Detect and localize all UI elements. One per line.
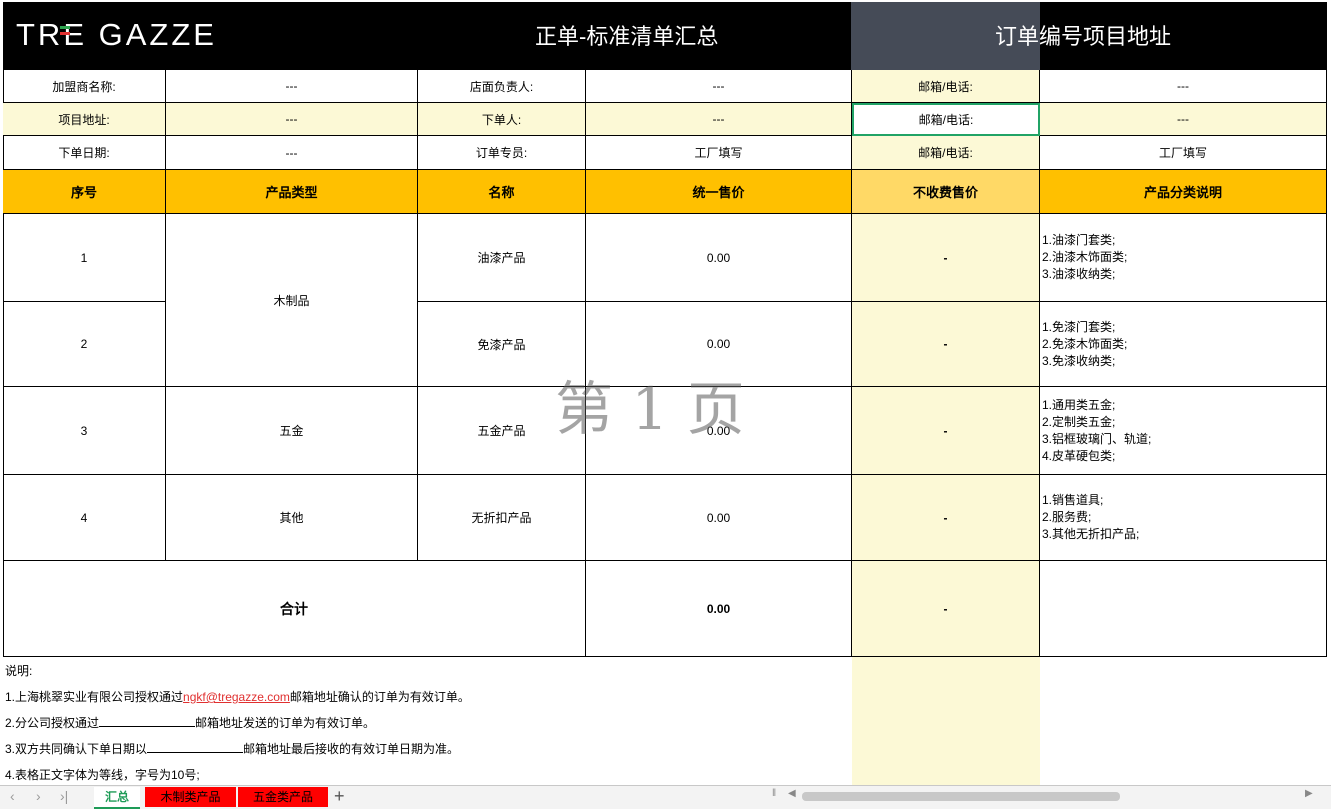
- note-1-prefix: 1.上海桃翠实业有限公司授权通过: [5, 690, 184, 704]
- next-sheet-icon[interactable]: ›: [36, 788, 41, 804]
- order-specialist-label: 订单专员:: [418, 136, 586, 170]
- first-sheet-icon[interactable]: ‹: [10, 788, 15, 804]
- col-type-header: 产品类型: [166, 170, 418, 214]
- nocharge-column-fill: [852, 657, 1040, 785]
- orderer-label: 下单人:: [418, 103, 586, 136]
- tab-summary[interactable]: 汇总: [94, 787, 140, 809]
- note-2-prefix: 2.分公司授权通过: [5, 716, 100, 730]
- store-manager-value[interactable]: ---: [586, 70, 852, 103]
- desc-line: 1.免漆门套类;: [1042, 319, 1116, 334]
- note-1-suffix: 邮箱地址确认的订单为有效订单。: [289, 690, 470, 704]
- scroll-left-icon[interactable]: ◀: [788, 788, 796, 799]
- note-2-suffix: 邮箱地址发送的订单为有效订单。: [195, 716, 376, 730]
- note-4: 4.表格正文字体为等线，字号为10号;: [5, 768, 200, 782]
- row-nocharge-4[interactable]: -: [852, 475, 1040, 561]
- email-phone-label-3: 邮箱/电话:: [852, 136, 1040, 170]
- note-3-suffix: 邮箱地址最后接收的有效订单日期为准。: [243, 742, 460, 756]
- order-specialist-value[interactable]: 工厂填写: [586, 136, 852, 170]
- note-1-email-link[interactable]: ngkf@tregazze.com: [183, 690, 290, 704]
- tab-hardware-products[interactable]: 五金类产品: [238, 787, 328, 807]
- desc-line: 2.服务费;: [1042, 510, 1092, 524]
- horizontal-scrollbar[interactable]: [802, 792, 1120, 801]
- desc-line: 2.定制类五金;: [1042, 414, 1116, 429]
- row-desc-1[interactable]: 1.油漆门套类; 2.油漆木饰面类; 3.油漆收纳类;: [1040, 214, 1327, 302]
- note-2: 2.分公司授权通过 邮箱地址发送的订单为有效订单。: [5, 714, 375, 731]
- type-wood[interactable]: 木制品: [166, 214, 418, 387]
- col-seq-header: 序号: [3, 170, 166, 214]
- row-desc-3[interactable]: 1.通用类五金; 2.定制类五金; 3.铝框玻璃门、轨道; 4.皮革硬包类;: [1040, 387, 1327, 475]
- email-phone-label-1: 邮箱/电话:: [852, 70, 1040, 103]
- project-address-label: 项目地址:: [3, 103, 166, 136]
- col-name-header: 名称: [418, 170, 586, 214]
- tab-wood-products[interactable]: 木制类产品: [145, 787, 236, 807]
- desc-line: 3.其他无折扣产品;: [1042, 527, 1140, 541]
- desc-line: 2.油漆木饰面类;: [1042, 250, 1128, 264]
- note-2-blank: [99, 715, 196, 727]
- franchisee-value[interactable]: ---: [166, 70, 418, 103]
- project-address-value[interactable]: ---: [166, 103, 418, 136]
- col-price-header: 统一售价: [586, 170, 852, 214]
- row-desc-2[interactable]: 1.免漆门套类; 2.免漆木饰面类; 3.免漆收纳类;: [1040, 302, 1327, 387]
- desc-line: 3.油漆收纳类;: [1042, 267, 1116, 281]
- row-price-4[interactable]: 0.00: [586, 475, 852, 561]
- note-1: 1.上海桃翠实业有限公司授权通过ngkf@tregazze.com邮箱地址确认的…: [5, 688, 470, 705]
- row-nocharge-1[interactable]: -: [852, 214, 1040, 302]
- row-price-1[interactable]: 0.00: [586, 214, 852, 302]
- row-seq-3[interactable]: 3: [3, 387, 166, 475]
- row-name-1[interactable]: 油漆产品: [418, 214, 586, 302]
- desc-line: 3.免漆收纳类;: [1042, 353, 1116, 368]
- franchisee-label: 加盟商名称:: [3, 70, 166, 103]
- row-nocharge-3[interactable]: -: [852, 387, 1040, 475]
- total-price[interactable]: 0.00: [586, 561, 852, 657]
- notes-title: 说明:: [5, 664, 33, 678]
- email-phone-label-2[interactable]: 邮箱/电话:: [852, 103, 1040, 136]
- row-name-4[interactable]: 无折扣产品: [418, 475, 586, 561]
- note-3: 3.双方共同确认下单日期以 邮箱地址最后接收的有效订单日期为准。: [5, 740, 459, 757]
- desc-line: 1.销售道具;: [1042, 493, 1104, 507]
- email-phone-value-2[interactable]: ---: [1040, 103, 1327, 136]
- note-3-prefix: 3.双方共同确认下单日期以: [5, 742, 148, 756]
- type-hardware[interactable]: 五金: [166, 387, 418, 475]
- order-date-value[interactable]: ---: [166, 136, 418, 170]
- type-other[interactable]: 其他: [166, 475, 418, 561]
- last-sheet-icon[interactable]: ›|: [60, 788, 68, 804]
- row-desc-4[interactable]: 1.销售道具; 2.服务费; 3.其他无折扣产品;: [1040, 475, 1327, 561]
- col-nocharge-header: 不收费售价: [852, 170, 1040, 214]
- total-desc[interactable]: [1040, 561, 1327, 657]
- row-seq-4[interactable]: 4: [3, 475, 166, 561]
- page-watermark: 第 1 页: [555, 375, 745, 443]
- store-manager-label: 店面负责人:: [418, 70, 586, 103]
- row-seq-1[interactable]: 1: [3, 214, 166, 302]
- email-phone-value-3[interactable]: 工厂填写: [1040, 136, 1327, 170]
- desc-line: 3.铝框玻璃门、轨道;: [1042, 431, 1152, 446]
- desc-line: 4.皮革硬包类;: [1042, 448, 1116, 463]
- note-3-blank: [147, 741, 244, 753]
- total-label[interactable]: 合计: [3, 561, 586, 657]
- row-nocharge-2[interactable]: -: [852, 302, 1040, 387]
- total-nocharge[interactable]: -: [852, 561, 1040, 657]
- orderer-value[interactable]: ---: [586, 103, 852, 136]
- desc-line: 2.免漆木饰面类;: [1042, 336, 1128, 351]
- splitter-icon[interactable]: ‖: [772, 788, 776, 799]
- email-phone-value-1[interactable]: ---: [1040, 70, 1327, 103]
- scroll-right-icon[interactable]: ▶: [1305, 788, 1313, 799]
- order-date-label: 下单日期:: [3, 136, 166, 170]
- col-desc-header: 产品分类说明: [1040, 170, 1327, 214]
- row-seq-2[interactable]: 2: [3, 302, 166, 387]
- add-sheet-icon[interactable]: +: [334, 786, 345, 807]
- desc-line: 1.通用类五金;: [1042, 397, 1116, 412]
- sheet-tab-bar: ‹ › ›| 汇总 木制类产品 五金类产品 + ‖ ◀ ▶: [0, 785, 1331, 809]
- desc-line: 1.油漆门套类;: [1042, 233, 1116, 247]
